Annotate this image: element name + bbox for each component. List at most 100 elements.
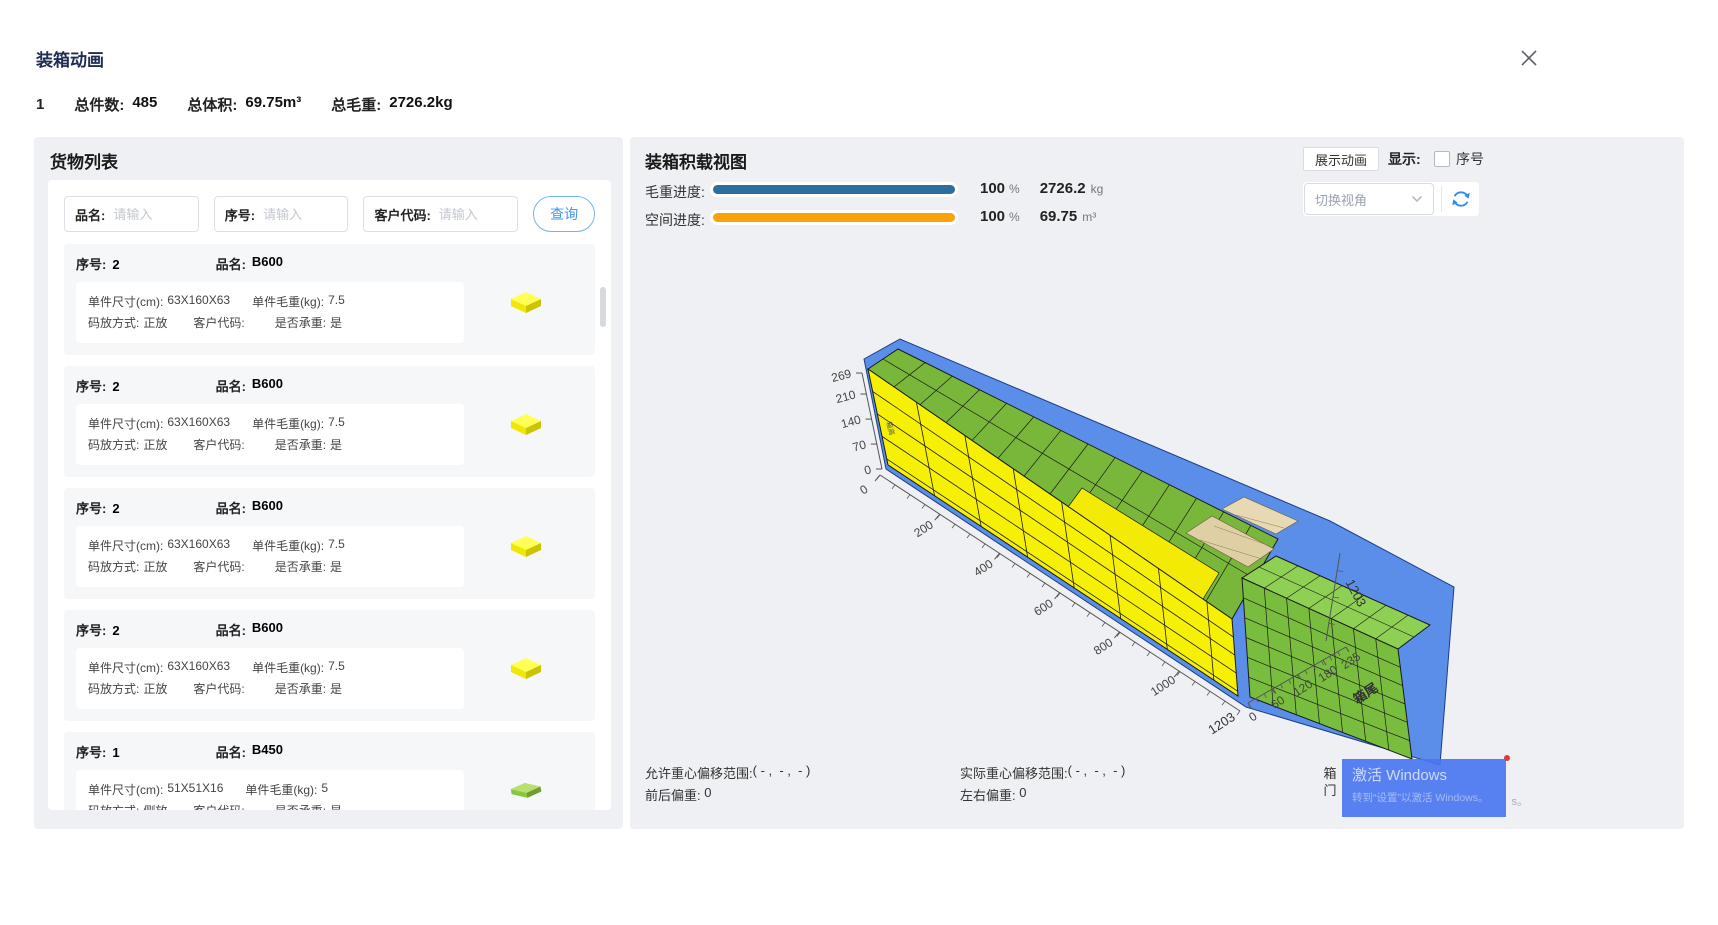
container-3d-view[interactable]: 070140210269箱高02004006008001000120306012… [630,297,1684,807]
search-button[interactable]: 查询 [533,196,595,232]
item-name: B600 [252,498,283,517]
item-name: B600 [252,620,283,639]
list-item[interactable]: 序号: 2 品名: B600 单件尺寸(cm): 63X160X63 单件毛重(… [64,366,595,477]
container-shell [864,339,1454,765]
summary-bar: 1 总件数:485 总体积:69.75m³ 总毛重:2726.2kg [36,94,453,115]
item-detail: 单件尺寸(cm): 63X160X63 单件毛重(kg): 7.5 码放方式: … [76,526,464,587]
close-icon[interactable] [1520,49,1538,67]
total-weight: 总毛重:2726.2kg [331,94,452,115]
weight-progress-label: 毛重进度: [645,182,705,202]
item-bearing: 是 [330,802,342,810]
svg-text:800: 800 [1091,635,1116,658]
weight-progress-bar [710,182,958,197]
item-serial: 2 [112,501,119,516]
packing-animation-window: 装箱动画 1 总件数:485 总体积:69.75m³ 总毛重:2726.2kg … [0,0,1718,925]
top-yellow-strip [1068,488,1219,599]
item-header: 序号: 2 品名: B600 [76,498,583,517]
load-view-panel: 装箱积载视图 毛重进度: 100% 2726.2kg 空间进度: 100% 69… [630,137,1684,829]
actual-offset: 实际重心偏移范围:( - , - , - ) [960,763,1125,782]
cargo-box-icon [509,412,543,436]
item-size: 63X160X63 [167,415,230,432]
svg-text:269: 269 [830,366,853,385]
item-size: 63X160X63 [167,537,230,554]
svg-text:200: 200 [911,517,936,540]
svg-text:1203: 1203 [1205,709,1237,737]
play-animation-button[interactable]: 展示动画 [1303,147,1379,171]
item-detail: 单件尺寸(cm): 63X160X63 单件毛重(kg): 7.5 码放方式: … [76,648,464,709]
list-item[interactable]: 序号: 2 品名: B600 单件尺寸(cm): 63X160X63 单件毛重(… [64,610,595,721]
weight-progress-values: 100% 2726.2kg [980,180,1103,197]
item-weight: 7.5 [328,537,345,554]
cargo-front-face [868,369,1238,696]
item-header: 序号: 2 品名: B600 [76,376,583,395]
name-filter-field[interactable]: 品名: [64,196,199,232]
pallet [1222,497,1298,534]
svg-text:70: 70 [851,437,868,454]
item-bearing: 是 [330,314,342,331]
item-name: B600 [252,376,283,395]
svg-text:箱高: 箱高 [884,420,896,436]
space-progress-label: 空间进度: [645,210,705,230]
space-progress-values: 100% 69.75m³ [980,208,1096,225]
svg-text:1000: 1000 [1148,672,1178,698]
item-header: 序号: 2 品名: B600 [76,620,583,639]
item-serial: 1 [112,745,119,760]
item-stack-mode: 侧放 [143,802,167,810]
selection-handle [1504,755,1510,761]
item-weight: 5 [321,781,328,798]
svg-text:180: 180 [1316,662,1341,685]
svg-text:0: 0 [857,482,870,498]
list-item[interactable]: 序号: 2 品名: B600 单件尺寸(cm): 63X160X63 单件毛重(… [64,488,595,599]
refresh-view-button[interactable] [1442,188,1479,210]
windows-activation-watermark: 激活 Windows 转到“设置”以激活 Windows。 s。 [1342,759,1506,817]
svg-text:600: 600 [1031,596,1056,619]
list-item[interactable]: 序号: 1 品名: B450 单件尺寸(cm): 51X51X16 单件毛重(k… [64,732,595,810]
customer-filter-field[interactable]: 客户代码: [363,196,518,232]
load-view-title: 装箱积载视图 [645,148,747,173]
view-angle-placeholder: 切换视角 [1315,190,1367,209]
svg-text:235: 235 [1339,649,1364,672]
container-index: 1 [36,96,44,113]
cargo-list: 序号: 2 品名: B600 单件尺寸(cm): 63X160X63 单件毛重(… [64,244,595,810]
name-filter-input[interactable] [111,206,187,223]
total-volume: 总体积:69.75m³ [187,94,301,115]
item-detail: 单件尺寸(cm): 63X160X63 单件毛重(kg): 7.5 码放方式: … [76,282,464,343]
list-scrollbar[interactable] [600,287,606,327]
svg-text:120: 120 [1291,677,1316,700]
pallet [1186,516,1274,567]
serial-checkbox-label: 序号 [1456,149,1484,169]
container-door-label: 箱门 [1322,765,1338,799]
serial-filter-field[interactable]: 序号: [214,196,349,232]
item-header: 序号: 1 品名: B450 [76,742,583,761]
item-stack-mode: 正放 [143,558,167,575]
svg-text:0: 0 [1246,709,1259,725]
allowed-offset: 允许重心偏移范围:( - , - , - ) [645,763,810,782]
weight-progress-fill [713,185,955,194]
svg-text:210: 210 [834,387,857,406]
customer-filter-input[interactable] [437,206,507,223]
item-bearing: 是 [330,680,342,697]
item-bearing: 是 [330,558,342,575]
serial-filter-input[interactable] [261,206,337,223]
left-right-bias: 左右偏重: 0 [960,785,1026,804]
item-stack-mode: 正放 [143,314,167,331]
item-serial: 2 [112,623,119,638]
name-filter-label: 品名: [75,205,105,224]
item-weight: 7.5 [328,659,345,676]
item-serial: 2 [112,379,119,394]
item-name: B600 [252,254,283,273]
item-name: B450 [252,742,283,761]
item-detail: 单件尺寸(cm): 63X160X63 单件毛重(kg): 7.5 码放方式: … [76,404,464,465]
cargo-box-icon [509,534,543,558]
cargo-list-panel: 货物列表 品名: 序号: 客户代码: 查询 序号: [34,137,623,829]
cargo-list-title: 货物列表 [50,148,118,173]
view-angle-select[interactable]: 切换视角 [1304,183,1434,215]
view-controls: 切换视角 [1302,181,1480,217]
item-size: 63X160X63 [167,659,230,676]
list-item[interactable]: 序号: 2 品名: B600 单件尺寸(cm): 63X160X63 单件毛重(… [64,244,595,355]
svg-text:140: 140 [839,412,862,431]
space-progress-bar [710,210,958,225]
item-weight: 7.5 [328,415,345,432]
display-label: 显示: [1388,149,1421,169]
serial-display-checkbox[interactable] [1434,151,1450,167]
